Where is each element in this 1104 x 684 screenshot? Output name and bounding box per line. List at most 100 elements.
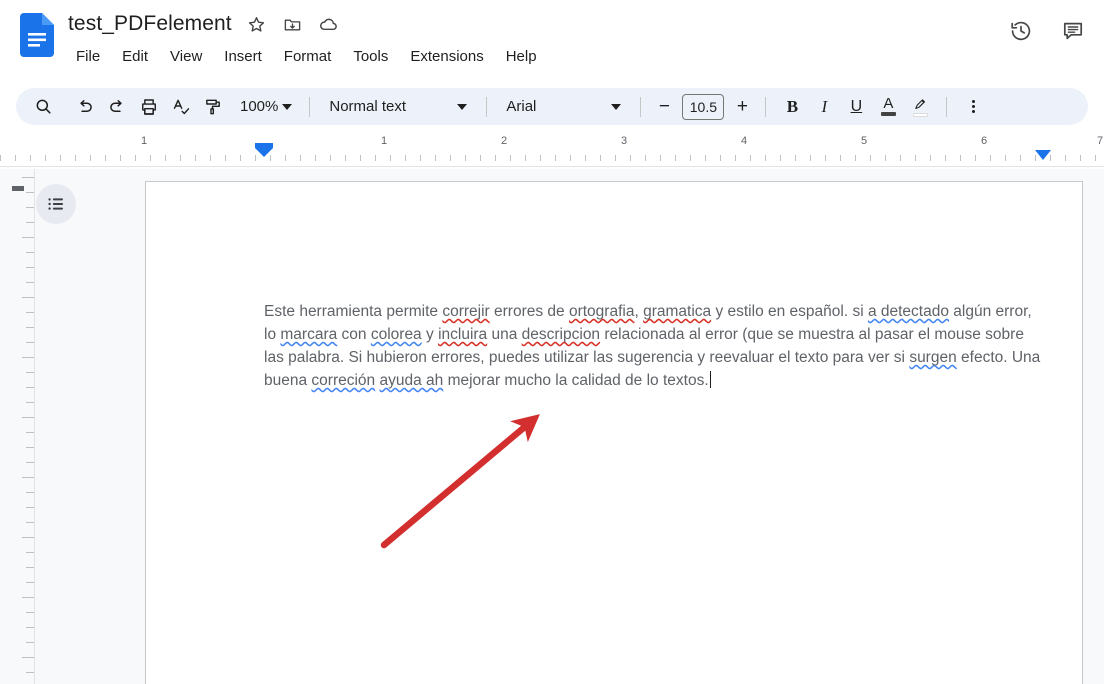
spelling-error-word[interactable]: incluira bbox=[438, 326, 487, 343]
ruler-tick bbox=[1095, 155, 1096, 161]
grammar-error-word[interactable]: correción bbox=[311, 372, 375, 389]
ruler-tick bbox=[525, 155, 526, 161]
italic-button[interactable]: I bbox=[809, 92, 839, 122]
ruler-tick bbox=[735, 155, 736, 161]
spellcheck-icon[interactable] bbox=[166, 92, 196, 122]
menu-item-help[interactable]: Help bbox=[498, 46, 545, 67]
ruler-tick bbox=[495, 155, 496, 161]
paragraph-style-selector[interactable]: Normal text bbox=[321, 94, 475, 119]
menu-item-format[interactable]: Format bbox=[276, 46, 340, 67]
more-options-icon[interactable] bbox=[958, 92, 988, 122]
app-header: test_PDFelement File Edit View Insert Fo… bbox=[0, 0, 1104, 82]
zoom-selector[interactable]: 100% bbox=[230, 94, 298, 119]
grammar-error-word[interactable]: ayuda ah bbox=[379, 372, 443, 389]
document-page[interactable]: Este herramienta permite correjir errore… bbox=[145, 181, 1083, 684]
toolbar-divider bbox=[486, 96, 488, 117]
ruler-tick bbox=[645, 155, 646, 161]
left-indent-marker[interactable] bbox=[255, 148, 273, 157]
font-family-selector[interactable]: Arial bbox=[498, 94, 629, 119]
text-color-button[interactable]: A bbox=[873, 92, 903, 122]
font-size-input[interactable]: 10.5 bbox=[682, 93, 725, 120]
horizontal-ruler[interactable]: 1 1 2 3 4 5 6 7 bbox=[0, 133, 1104, 169]
vertical-ruler-tick bbox=[26, 267, 34, 268]
menu-item-tools[interactable]: Tools bbox=[345, 46, 396, 67]
undo-icon[interactable] bbox=[70, 92, 100, 122]
chevron-down-icon bbox=[611, 103, 622, 110]
vertical-ruler-tick bbox=[26, 207, 34, 208]
vertical-ruler[interactable] bbox=[0, 169, 36, 684]
print-icon[interactable] bbox=[134, 92, 164, 122]
ruler-number: 2 bbox=[500, 135, 508, 147]
move-to-folder-icon[interactable] bbox=[282, 13, 304, 35]
ruler-tick bbox=[855, 155, 856, 161]
spelling-error-word[interactable]: gramatica bbox=[643, 303, 711, 320]
spelling-error-word[interactable]: descripcion bbox=[522, 326, 600, 343]
vertical-ruler-tick bbox=[26, 327, 34, 328]
decrease-font-size-button[interactable]: − bbox=[652, 95, 676, 119]
ruler-tick bbox=[585, 155, 586, 161]
comment-icon[interactable] bbox=[1060, 18, 1086, 44]
document-outline-button[interactable] bbox=[36, 184, 76, 224]
toolbar-divider bbox=[765, 96, 767, 117]
grammar-error-word[interactable]: colorea bbox=[371, 326, 422, 343]
ruler-tick bbox=[435, 155, 436, 161]
grammar-error-word[interactable]: surgen bbox=[909, 349, 956, 366]
page-title[interactable]: test_PDFelement bbox=[68, 12, 232, 36]
vertical-ruler-tick bbox=[26, 582, 34, 583]
vertical-ruler-tick bbox=[26, 507, 34, 508]
grammar-error-word[interactable]: a detectado bbox=[868, 303, 949, 320]
version-history-icon[interactable] bbox=[1008, 18, 1034, 44]
cloud-saved-icon[interactable] bbox=[318, 13, 340, 35]
right-indent-marker[interactable] bbox=[1035, 150, 1051, 160]
ruler-tick bbox=[405, 155, 406, 161]
ruler-tick bbox=[630, 155, 631, 161]
ruler-tick bbox=[795, 155, 796, 161]
menu-item-insert[interactable]: Insert bbox=[216, 46, 270, 67]
ruler-tick bbox=[765, 155, 766, 161]
document-body[interactable]: Este herramienta permite correjir errore… bbox=[264, 300, 1046, 392]
google-docs-logo[interactable] bbox=[20, 13, 54, 57]
ruler-tick bbox=[465, 155, 466, 161]
vertical-ruler-tick bbox=[26, 402, 34, 403]
increase-font-size-button[interactable]: + bbox=[730, 95, 754, 119]
text-cursor bbox=[709, 371, 712, 388]
toolbar-divider bbox=[309, 96, 311, 117]
grammar-error-word[interactable]: marcara bbox=[280, 326, 337, 343]
redo-icon[interactable] bbox=[102, 92, 132, 122]
vertical-ruler-tick bbox=[22, 597, 34, 598]
menu-item-view[interactable]: View bbox=[162, 46, 210, 67]
ruler-tick bbox=[975, 155, 976, 161]
chevron-down-icon bbox=[457, 103, 468, 110]
top-margin-marker[interactable] bbox=[12, 186, 24, 191]
menu-item-extensions[interactable]: Extensions bbox=[402, 46, 491, 67]
text-color-swatch bbox=[880, 112, 896, 116]
document-paragraph[interactable]: Este herramienta permite correjir errore… bbox=[264, 300, 1046, 392]
spelling-error-word[interactable]: correjir bbox=[442, 303, 489, 320]
highlighter-pen-icon bbox=[912, 97, 929, 112]
ruler-tick bbox=[915, 155, 916, 161]
bold-button[interactable]: B bbox=[777, 92, 807, 122]
star-icon[interactable] bbox=[246, 13, 268, 35]
vertical-ruler-line bbox=[34, 169, 35, 684]
spelling-error-word[interactable]: ortografia bbox=[569, 303, 634, 320]
menu-item-file[interactable]: File bbox=[68, 46, 108, 67]
ruler-tick bbox=[810, 155, 811, 161]
search-icon[interactable] bbox=[28, 92, 58, 122]
ruler-tick bbox=[60, 155, 61, 161]
paint-format-icon[interactable] bbox=[198, 92, 228, 122]
ruler-tick bbox=[165, 155, 166, 161]
ruler-tick bbox=[15, 155, 16, 161]
vertical-ruler-tick bbox=[26, 372, 34, 373]
vertical-ruler-tick bbox=[26, 342, 34, 343]
highlight-color-button[interactable] bbox=[905, 92, 935, 122]
ruler-tick bbox=[990, 155, 991, 161]
chevron-down-icon bbox=[282, 103, 293, 110]
ruler-tick bbox=[240, 155, 241, 161]
ruler-tick bbox=[945, 155, 946, 161]
ruler-tick bbox=[510, 155, 511, 161]
menu-item-edit[interactable]: Edit bbox=[114, 46, 156, 67]
vertical-ruler-tick bbox=[26, 672, 34, 673]
underline-button[interactable]: U bbox=[841, 92, 871, 122]
ruler-number: 7 bbox=[1096, 135, 1104, 147]
ruler-tick bbox=[210, 155, 211, 161]
